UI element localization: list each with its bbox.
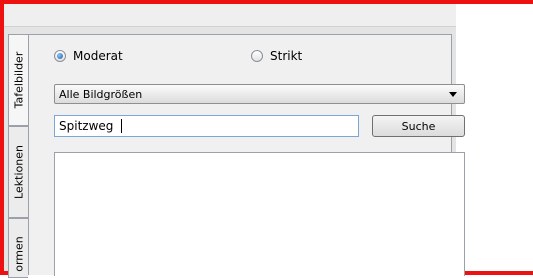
- window-top-bar: [4, 4, 456, 27]
- results-list[interactable]: [54, 152, 465, 276]
- tab-formen[interactable]: ormen: [8, 218, 28, 278]
- text-caret: [121, 119, 122, 133]
- search-button[interactable]: Suche: [372, 115, 465, 137]
- radio-label-strikt: Strikt: [270, 49, 303, 63]
- tab-lektionen[interactable]: Lektionen: [8, 126, 28, 218]
- tab-label: Tafelbilder: [12, 51, 25, 109]
- tab-tafelbilder[interactable]: Tafelbilder: [8, 34, 28, 126]
- app-window: Tafelbilder Lektionen ormen Moderat Stri…: [4, 4, 465, 278]
- radio-unchecked-icon: [251, 50, 263, 62]
- search-input[interactable]: [54, 115, 359, 137]
- image-size-select[interactable]: Alle Bildgrößen: [54, 84, 465, 104]
- image-size-selected: Alle Bildgrößen: [59, 88, 143, 101]
- chevron-down-icon: [449, 92, 457, 97]
- vertical-tab-strip: Tafelbilder Lektionen ormen: [8, 34, 28, 278]
- radio-strikt[interactable]: Strikt: [251, 49, 302, 63]
- tab-label: Lektionen: [12, 145, 25, 199]
- radio-label-moderat: Moderat: [73, 49, 123, 63]
- radio-checked-icon: [54, 50, 66, 62]
- tab-label: ormen: [12, 236, 25, 272]
- radio-moderat[interactable]: Moderat: [54, 49, 123, 63]
- image-search-panel: Moderat Strikt Alle Bildgrößen Suche: [28, 34, 465, 276]
